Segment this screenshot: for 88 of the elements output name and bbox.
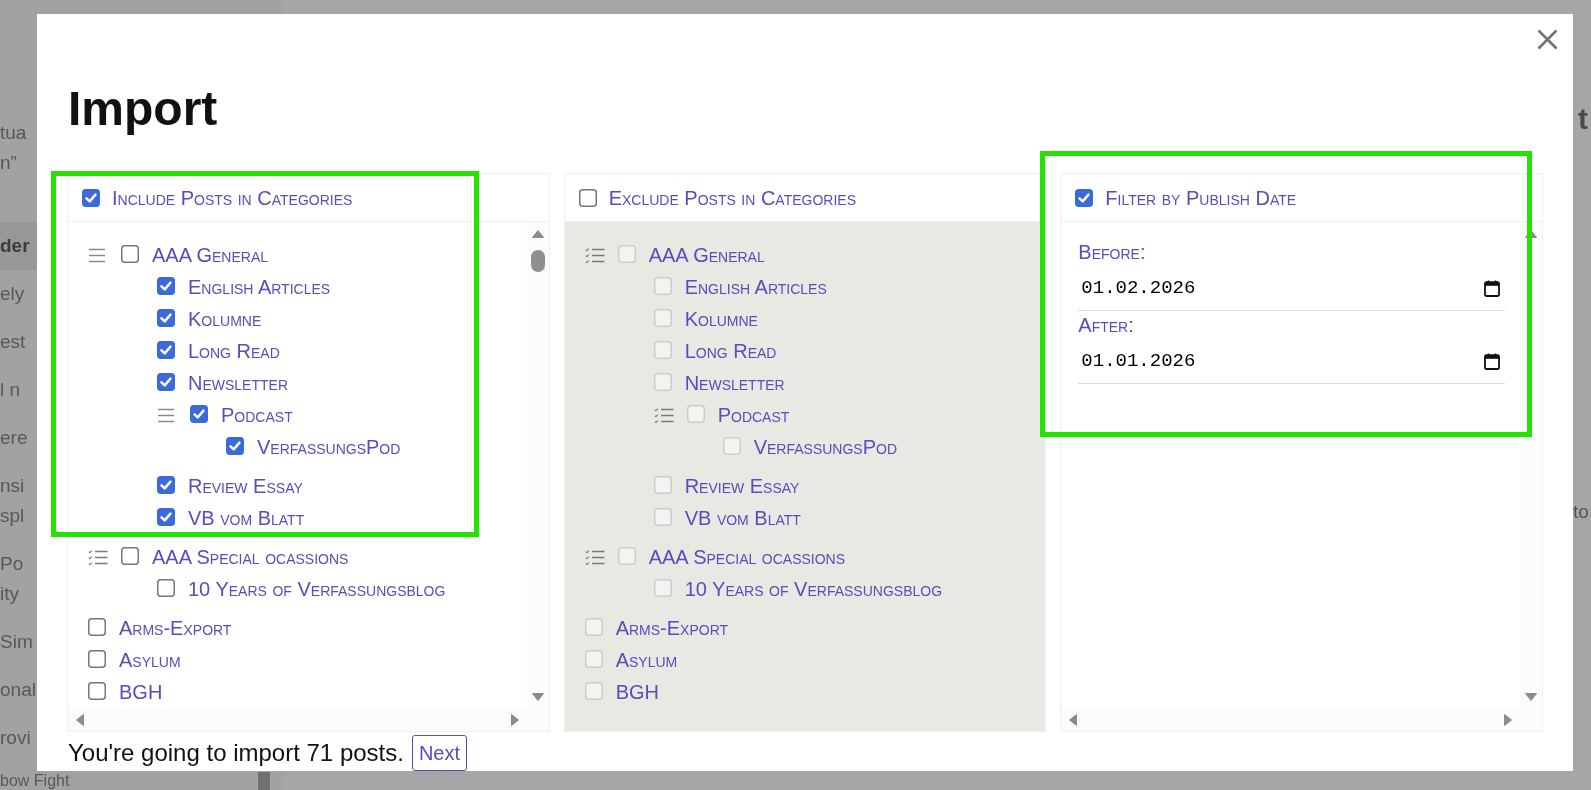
close-icon[interactable] [1537, 29, 1558, 50]
category-label[interactable]: 10 Years of Verfassungsblog [684, 577, 943, 601]
category-label[interactable]: Review Essay [684, 474, 800, 498]
checkbox[interactable] [157, 372, 175, 391]
dialog-title: Import [68, 81, 218, 137]
category-label[interactable]: Long Read [684, 339, 777, 363]
sidebar-item: Po ity [0, 552, 25, 606]
category-label[interactable]: VerfassungsPod [257, 435, 401, 459]
category-label[interactable]: Asylum [119, 648, 181, 672]
category-label[interactable]: VB vom Blatt [188, 506, 305, 530]
category-label[interactable]: English Articles [188, 275, 331, 299]
category-label[interactable]: Newsletter [188, 371, 288, 395]
checkbox[interactable] [121, 546, 139, 565]
category-label[interactable]: AAA General [648, 243, 765, 267]
checklist-icon[interactable] [653, 407, 674, 423]
checkbox[interactable] [88, 617, 106, 636]
checklist-icon[interactable] [584, 247, 605, 263]
category-label[interactable]: Long Read [188, 339, 280, 363]
sidebar-item: der [0, 222, 37, 270]
sidebar-item: bow Fight [0, 771, 70, 790]
panel-title[interactable]: Include Posts in Categories [112, 185, 353, 210]
checkbox[interactable] [157, 308, 175, 327]
date-field[interactable]: 01.02.2026 [1078, 266, 1505, 311]
checkbox[interactable] [121, 244, 139, 263]
category-label[interactable]: Review Essay [188, 474, 303, 498]
category-label[interactable]: 10 Years of Verfassungsblog [188, 577, 446, 601]
checkbox[interactable] [157, 578, 175, 597]
sidebar-item: tua n” [0, 121, 28, 175]
scroll-left-arrow-icon[interactable] [76, 713, 84, 726]
checklist-icon[interactable] [584, 549, 605, 565]
category-label[interactable]: Kolumne [684, 307, 758, 331]
sidebar-item: nsi spl [0, 474, 26, 528]
category-label[interactable]: AAA Special ocassions [648, 545, 846, 569]
calendar-icon[interactable] [1484, 279, 1500, 297]
category-label[interactable]: BGH [119, 680, 163, 704]
scroll-right-arrow-icon[interactable] [1504, 713, 1512, 726]
date-label: Before: [1078, 240, 1146, 265]
calendar-icon[interactable] [1484, 352, 1500, 370]
next-button[interactable]: Next [411, 735, 468, 771]
sidebar-item: onal [0, 678, 37, 702]
sidebar-item: rovi [0, 726, 32, 750]
list-lines-icon[interactable] [88, 247, 106, 263]
scroll-down-arrow-icon[interactable] [531, 693, 544, 701]
checkbox[interactable] [88, 681, 106, 700]
heading-text: t [1577, 101, 1588, 137]
category-label[interactable]: Kolumne [188, 307, 262, 331]
list-lines-icon[interactable] [157, 407, 175, 423]
category-label[interactable]: BGH [615, 680, 659, 704]
date-field[interactable]: 01.01.2026 [1078, 339, 1505, 384]
scrollbar-thumb [258, 772, 270, 790]
sidebar-item: Sim [0, 630, 34, 654]
category-label[interactable]: English Articles [684, 275, 827, 299]
category-label[interactable]: VerfassungsPod [753, 435, 898, 459]
sidebar-item: est [0, 330, 27, 354]
checkbox[interactable] [82, 188, 100, 207]
sidebar-item: ere [0, 426, 29, 450]
checkbox[interactable] [157, 340, 175, 359]
category-label[interactable]: Newsletter [684, 371, 785, 395]
body-text: to [1573, 500, 1589, 524]
checkbox[interactable] [190, 404, 208, 423]
category-label[interactable]: Podcast [221, 403, 293, 427]
scroll-up-arrow-icon[interactable] [1525, 230, 1537, 238]
checklist-icon[interactable] [88, 549, 108, 565]
date-label: After: [1078, 313, 1134, 338]
category-label[interactable]: Asylum [615, 648, 678, 672]
panel-title[interactable]: Filter by Publish Date [1105, 185, 1297, 210]
checkbox[interactable] [157, 276, 175, 295]
checkbox[interactable] [578, 188, 597, 207]
category-label[interactable]: Podcast [717, 403, 790, 427]
scroll-down-arrow-icon[interactable] [1525, 693, 1537, 701]
checkbox[interactable] [226, 436, 244, 455]
checkbox[interactable] [157, 507, 175, 526]
import-summary: You're going to import 71 posts. [68, 738, 404, 768]
checkbox[interactable] [88, 649, 106, 668]
scroll-up-arrow-icon[interactable] [531, 230, 544, 238]
sidebar-item: l n [0, 378, 22, 402]
scrollbar-thumb[interactable] [530, 250, 545, 272]
checkbox[interactable] [1075, 188, 1094, 207]
category-label[interactable]: AAA Special ocassions [152, 545, 349, 569]
checkbox[interactable] [157, 475, 175, 494]
sidebar-item: ely [0, 282, 26, 306]
category-label[interactable]: Arms-Export [615, 616, 729, 640]
category-label[interactable]: AAA General [152, 243, 269, 267]
scroll-left-arrow-icon[interactable] [1069, 713, 1078, 726]
category-label[interactable]: Arms-Export [119, 616, 232, 640]
scroll-right-arrow-icon[interactable] [510, 713, 519, 726]
panel-title[interactable]: Exclude Posts in Categories [608, 185, 856, 210]
category-label[interactable]: VB vom Blatt [684, 506, 801, 530]
